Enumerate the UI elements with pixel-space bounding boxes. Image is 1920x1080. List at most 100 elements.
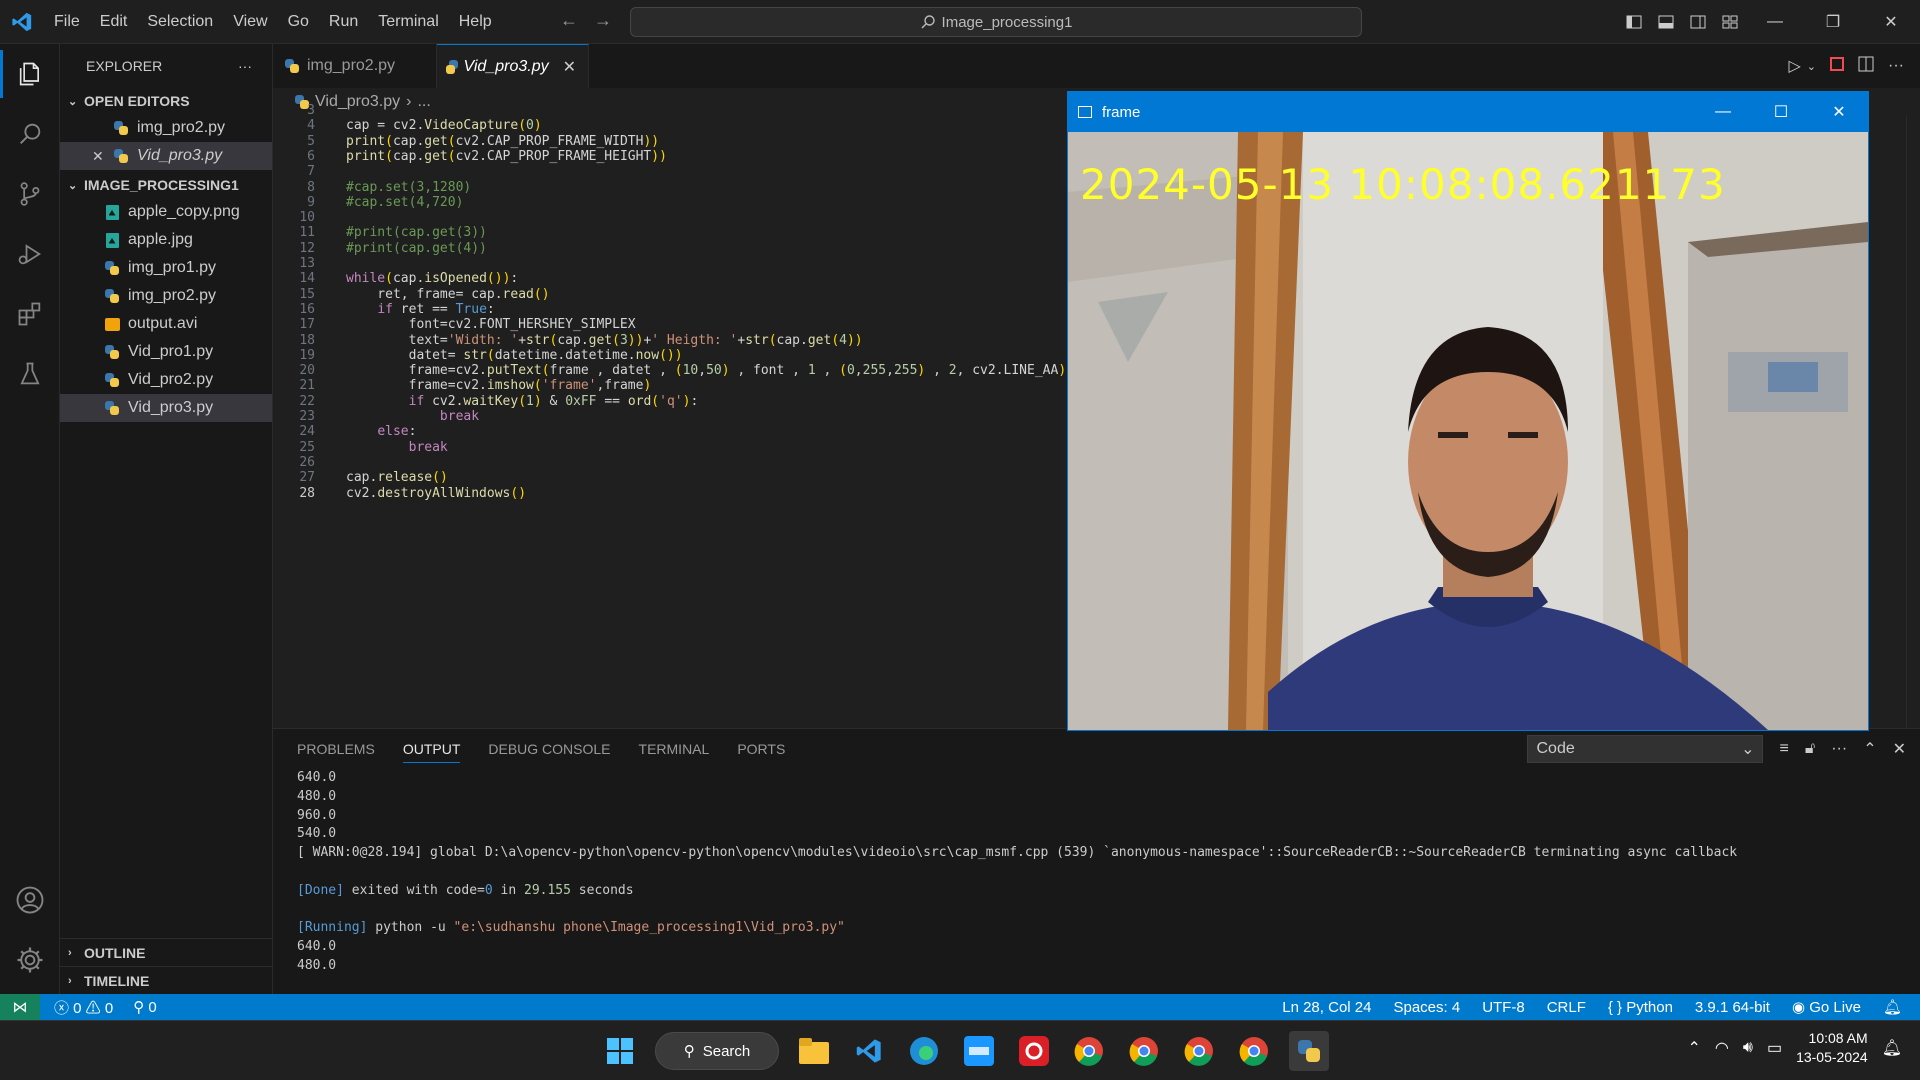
run-file-icon[interactable]: ▷ — [1788, 56, 1800, 76]
file-item[interactable]: Vid_pro3.py — [60, 394, 272, 422]
chrome-profile-2-icon[interactable] — [1124, 1031, 1164, 1071]
code-line[interactable]: cv2.destroyAllWindows() — [346, 485, 526, 504]
menu-item-edit[interactable]: Edit — [90, 13, 138, 31]
settings-gear-icon[interactable] — [0, 930, 60, 990]
testing-icon[interactable] — [0, 344, 60, 404]
file-item[interactable]: img_pro2.py — [60, 282, 272, 310]
more-actions-icon[interactable]: ··· — [1831, 740, 1847, 758]
breadcrumb-symbol[interactable]: ... — [417, 93, 430, 111]
more-actions-icon[interactable]: ··· — [238, 58, 252, 74]
chrome-icon[interactable] — [1234, 1031, 1274, 1071]
folder-section[interactable]: ⌄ IMAGE_PROCESSING1 — [60, 172, 272, 198]
tab-img-pro2[interactable]: img_pro2.py — [273, 44, 437, 88]
vscode-taskbar-icon[interactable] — [849, 1031, 889, 1071]
customize-layout-icon[interactable] — [1714, 0, 1746, 44]
stop-icon[interactable] — [1830, 56, 1845, 76]
opencv-frame-window[interactable]: frame — ☐ ✕ 2024-05-13 10:08:08.621173 — [1067, 91, 1869, 731]
file-item[interactable]: apple.jpg — [60, 226, 272, 254]
edge-browser-icon[interactable] — [904, 1031, 944, 1071]
file-item[interactable]: output.avi — [60, 310, 272, 338]
maximize-button[interactable]: ☐ — [1752, 92, 1810, 132]
indentation[interactable]: Spaces: 4 — [1393, 999, 1460, 1016]
menu-item-run[interactable]: Run — [319, 13, 368, 31]
windows-start-icon[interactable] — [600, 1031, 640, 1071]
language-mode[interactable]: { } Python — [1608, 999, 1673, 1016]
command-center[interactable]: Image_processing1 — [630, 7, 1362, 37]
menu-item-terminal[interactable]: Terminal — [368, 13, 448, 31]
source-control-icon[interactable] — [0, 164, 60, 224]
back-arrow-icon[interactable]: ← — [560, 10, 578, 31]
open-editor-item[interactable]: ✕ Vid_pro3.py — [60, 142, 272, 170]
code-line[interactable]: #print(cap.get(4)) — [346, 240, 487, 259]
code-line[interactable]: #cap.set(4,720) — [346, 194, 463, 213]
toggle-panel-icon[interactable] — [1650, 0, 1682, 44]
lock-icon[interactable]: 🔓︎ — [1805, 740, 1815, 758]
tab-debug-console[interactable]: DEBUG CONSOLE — [488, 741, 610, 757]
notifications-bell-icon[interactable]: 🔔︎ — [1882, 1038, 1902, 1058]
minimize-button[interactable]: — — [1694, 92, 1752, 132]
toggle-secondary-sidebar-icon[interactable] — [1682, 0, 1714, 44]
code-line[interactable]: print(cap.get(cv2.CAP_PROP_FRAME_HEIGHT)… — [346, 148, 667, 167]
output-log[interactable]: 640.0 480.0 960.0 540.0 [ WARN:0@28.194] glo… — [297, 769, 1737, 976]
menu-item-file[interactable]: File — [44, 13, 90, 31]
extensions-icon[interactable] — [0, 284, 60, 344]
maximize-panel-icon[interactable]: ⌃ — [1863, 739, 1876, 759]
close-button[interactable]: ✕ — [1862, 0, 1920, 44]
file-item[interactable]: apple_copy.png — [60, 198, 272, 226]
tab-terminal[interactable]: TERMINAL — [639, 741, 710, 757]
cursor-position[interactable]: Ln 28, Col 24 — [1282, 999, 1371, 1016]
outline-section[interactable]: › OUTLINE — [60, 938, 273, 966]
menu-item-help[interactable]: Help — [449, 13, 502, 31]
remote-indicator-icon[interactable]: ⋈ — [0, 994, 40, 1020]
chrome-profile-3-icon[interactable] — [1179, 1031, 1219, 1071]
split-editor-icon[interactable] — [1858, 56, 1874, 77]
menu-item-go[interactable]: Go — [278, 13, 319, 31]
file-item[interactable]: img_pro1.py — [60, 254, 272, 282]
file-item[interactable]: Vid_pro1.py — [60, 338, 272, 366]
encoding[interactable]: UTF-8 — [1482, 999, 1525, 1016]
file-explorer-icon[interactable] — [794, 1031, 834, 1071]
toggle-sidebar-icon[interactable] — [1618, 0, 1650, 44]
volume-icon[interactable]: 🔊︎ — [1743, 1039, 1753, 1057]
editor-scrollbar[interactable] — [1906, 116, 1920, 728]
tab-output[interactable]: OUTPUT — [402, 741, 461, 763]
close-panel-icon[interactable]: ✕ — [1893, 739, 1906, 759]
prime-video-icon[interactable] — [959, 1031, 999, 1071]
tab-problems[interactable]: PROBLEMS — [297, 741, 375, 757]
problems-indicator[interactable]: ⓧ 0 ⚠ 0 — [54, 997, 113, 1018]
chevron-up-icon[interactable]: ⌃ — [1687, 1038, 1700, 1058]
notifications-bell-icon[interactable]: 🔔︎ — [1883, 998, 1902, 1016]
line-ending[interactable]: CRLF — [1547, 999, 1586, 1016]
breadcrumb-file[interactable]: Vid_pro3.py — [315, 93, 400, 111]
output-channel-select[interactable]: Code ⌄ — [1527, 735, 1764, 763]
file-item[interactable]: Vid_pro2.py — [60, 366, 272, 394]
search-view-icon[interactable] — [0, 104, 60, 164]
python-interpreter[interactable]: 3.9.1 64-bit — [1695, 999, 1770, 1016]
run-debug-icon[interactable] — [0, 224, 60, 284]
close-editor-icon[interactable]: ✕ — [92, 148, 104, 165]
python-taskbar-icon[interactable] — [1289, 1031, 1329, 1071]
menu-item-view[interactable]: View — [223, 13, 277, 31]
explorer-icon[interactable] — [0, 44, 60, 104]
open-editor-item[interactable]: img_pro2.py — [60, 114, 272, 142]
tab-vid-pro3[interactable]: Vid_pro3.py ✕ — [437, 44, 589, 88]
creative-cloud-icon[interactable] — [1014, 1031, 1054, 1071]
close-tab-icon[interactable]: ✕ — [563, 57, 576, 77]
taskbar-search[interactable]: ⚲ Search — [655, 1032, 779, 1070]
clock[interactable]: 10:08 AM 13-05-2024 — [1796, 1029, 1868, 1067]
close-button[interactable]: ✕ — [1810, 92, 1868, 132]
restore-button[interactable]: ❐ — [1804, 0, 1862, 44]
go-live-button[interactable]: ◉ Go Live — [1792, 998, 1861, 1016]
ports-indicator[interactable]: ⚲ 0 — [133, 998, 157, 1016]
more-actions-icon[interactable]: ··· — [1888, 57, 1904, 75]
accounts-icon[interactable] — [0, 870, 60, 930]
menu-item-selection[interactable]: Selection — [137, 13, 223, 31]
code-line[interactable]: break — [346, 439, 448, 458]
timeline-section[interactable]: › TIMELINE — [60, 966, 273, 994]
tab-ports[interactable]: PORTS — [737, 741, 785, 757]
chrome-profile-1-icon[interactable] — [1069, 1031, 1109, 1071]
forward-arrow-icon[interactable]: → — [594, 10, 612, 31]
chevron-down-icon[interactable]: ⌄ — [1807, 60, 1816, 73]
minimize-button[interactable]: — — [1746, 0, 1804, 44]
open-editors-section[interactable]: ⌄ OPEN EDITORS — [60, 88, 272, 114]
